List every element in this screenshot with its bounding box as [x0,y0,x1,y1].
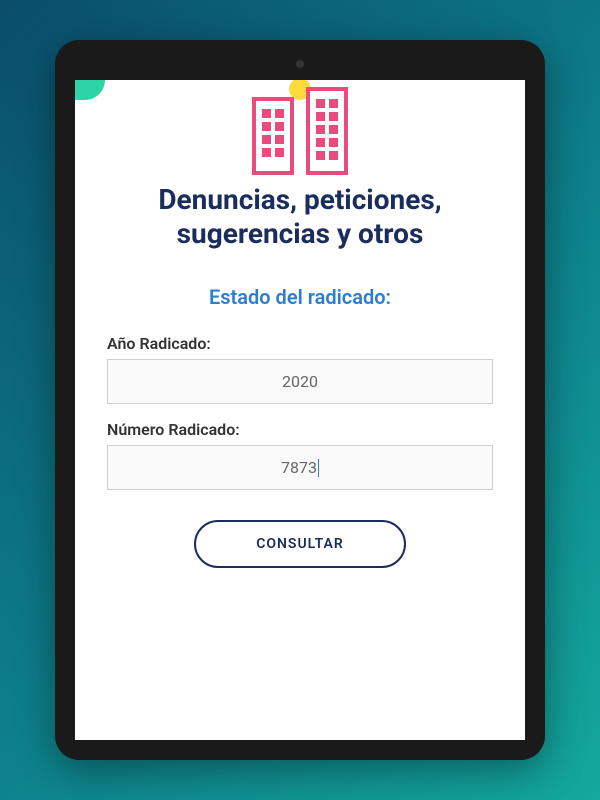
year-input[interactable] [107,359,493,404]
number-input[interactable]: 7873 [107,445,493,490]
tablet-frame: Denuncias, peticiones, sugerencias y otr… [55,40,545,760]
lookup-form: Año Radicado: Número Radicado: 7873 CONS… [95,334,505,568]
text-cursor [318,459,319,477]
buildings-icon-container [95,80,505,175]
submit-button[interactable]: CONSULTAR [194,520,406,568]
main-content: Denuncias, peticiones, sugerencias y otr… [75,80,525,588]
page-title: Denuncias, peticiones, sugerencias y otr… [95,183,505,250]
section-subtitle: Estado del radicado: [95,285,505,309]
buildings-icon [240,80,360,175]
camera-dot [296,60,304,68]
number-label: Número Radicado: [107,420,493,439]
app-screen: Denuncias, peticiones, sugerencias y otr… [75,80,525,740]
number-value: 7873 [281,458,317,477]
year-label: Año Radicado: [107,334,493,353]
